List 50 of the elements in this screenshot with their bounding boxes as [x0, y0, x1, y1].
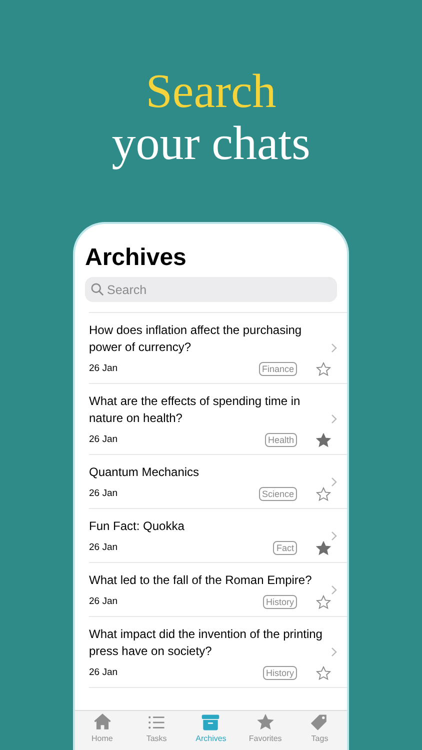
- chat-date: 26 Jan: [89, 486, 119, 501]
- star-icon[interactable]: [316, 666, 331, 680]
- chat-row[interactable]: Quantum Mechanics 26 Jan Science: [89, 455, 347, 509]
- chevron-icon: [331, 647, 337, 657]
- tag-label[interactable]: Fact: [273, 541, 297, 555]
- star-icon[interactable]: [316, 540, 331, 556]
- star-icon[interactable]: [316, 486, 331, 502]
- tab-bar-item[interactable]: Tasks: [132, 713, 182, 750]
- headline: Search: [146, 66, 276, 118]
- search-icon: [91, 283, 104, 296]
- headline: your chats: [112, 118, 310, 170]
- screen-title: Archives: [84, 243, 188, 273]
- chat-row[interactable]: What led to the fall of the Roman Empire? 26 Jan History: [89, 563, 347, 617]
- star-icon[interactable]: [316, 432, 331, 448]
- tab-bar-item[interactable]: Tags: [294, 713, 345, 750]
- chevron-icon: [331, 584, 337, 594]
- chat-title: Quantum Mechanics: [89, 464, 200, 481]
- star-icon[interactable]: [316, 362, 331, 376]
- tag-label[interactable]: History: [262, 666, 297, 680]
- chat-row[interactable]: What impact did the invention of the printing press have on society? 26 Jan History: [89, 617, 347, 688]
- chevron-icon: [331, 530, 337, 540]
- tag-label[interactable]: Health: [264, 433, 297, 447]
- chat-title: What led to the fall of the Roman Empire?: [89, 572, 313, 589]
- tab-bar-item[interactable]: Archives: [186, 713, 236, 750]
- tag-label[interactable]: History: [262, 595, 297, 609]
- chat-title: What are the effects of spending time in nature on health?: [89, 393, 302, 427]
- house-icon: [92, 713, 112, 732]
- chat-date: 26 Jan: [89, 666, 119, 680]
- chevron-icon: [331, 414, 337, 424]
- chat-row[interactable]: What are the effects of spending time in nature on health? 26 Jan Health: [89, 384, 347, 455]
- chat-title: What impact did the invention of the printing press have on society?: [89, 626, 323, 660]
- tab-bar-item[interactable]: Favorites: [240, 713, 290, 750]
- tag-label[interactable]: Finance: [258, 362, 297, 376]
- star-icon[interactable]: [316, 594, 331, 610]
- chat-date: 26 Jan: [89, 432, 119, 447]
- chat-title: Fun Fact: Quokka: [89, 518, 186, 535]
- search-field[interactable]: Search: [85, 277, 337, 302]
- chat-date: 26 Jan: [89, 362, 119, 376]
- chevron-icon: [331, 343, 337, 353]
- chat-row[interactable]: Fun Fact: Quokka 26 Jan Fact: [89, 509, 347, 563]
- chat-row[interactable]: How does inflation affect the purchasing power of currency? 26 Jan Finance: [89, 313, 347, 384]
- archive-box-icon: [201, 713, 220, 732]
- tab-bar-item[interactable]: Home: [77, 713, 128, 750]
- chat-date: 26 Jan: [89, 594, 119, 609]
- star-icon: [256, 713, 275, 732]
- chat-title: How does inflation affect the purchasing power of currency?: [89, 322, 303, 356]
- tag-label[interactable]: Science: [258, 487, 297, 501]
- tag-icon: [310, 713, 330, 732]
- chevron-icon: [331, 476, 337, 486]
- chat-date: 26 Jan: [89, 540, 119, 555]
